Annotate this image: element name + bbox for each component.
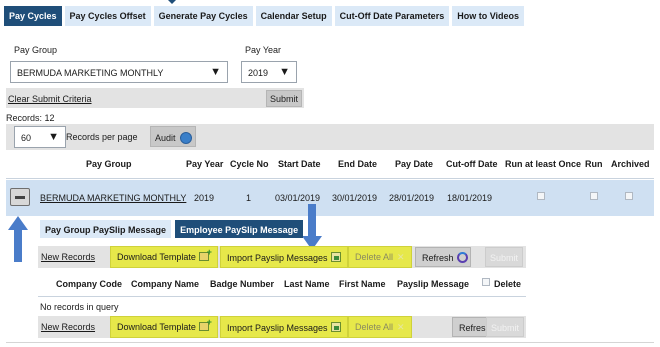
cell-pay-group[interactable]: BERMUDA MARKETING MONTHLY: [40, 193, 186, 203]
col-pay-date[interactable]: Pay Date: [395, 159, 433, 169]
col-archived[interactable]: Archived: [611, 159, 650, 169]
pay-group-select[interactable]: BERMUDA MARKETING MONTHLY ▼: [10, 61, 228, 83]
tab-pay-cycles[interactable]: Pay Cycles: [4, 6, 62, 26]
download-template-button[interactable]: Download Template: [110, 316, 218, 338]
chevron-down-icon: ▼: [279, 66, 290, 78]
annotation-arrow-down-icon: [302, 204, 322, 250]
globe-icon: [180, 132, 193, 144]
pay-group-label: Pay Group: [14, 45, 58, 55]
download-template-label: Download Template: [117, 252, 196, 262]
col-company-code[interactable]: Company Code: [56, 279, 122, 289]
pay-year-select[interactable]: 2019 ▼: [241, 61, 297, 83]
cell-cutoff-date: 18/01/2019: [447, 193, 493, 203]
spreadsheet-icon: [330, 252, 341, 262]
clear-submit-criteria-link[interactable]: Clear Submit Criteria: [8, 94, 92, 104]
minus-icon: [15, 196, 25, 199]
tab-employee-payslip-message[interactable]: Employee PaySlip Message: [175, 220, 304, 238]
col-end-date[interactable]: End Date: [338, 159, 377, 169]
tab-pay-group-payslip-message[interactable]: Pay Group PaySlip Message: [40, 220, 172, 238]
records-per-page-label: Records per page: [66, 132, 138, 142]
tab-pointer-icon: [168, 0, 176, 4]
delete-all-button[interactable]: Delete All ✕: [348, 316, 412, 338]
import-payslip-messages-button[interactable]: Import Payslip Messages: [220, 246, 348, 268]
spreadsheet-icon: [330, 322, 341, 332]
delete-all-label: Delete All: [355, 322, 394, 332]
collapse-button[interactable]: [10, 188, 30, 206]
col-cutoff-date[interactable]: Cut-off Date: [446, 159, 498, 169]
col-badge-number[interactable]: Badge Number: [210, 279, 274, 289]
delete-all-label: Delete All: [355, 252, 394, 262]
run-checkbox: [590, 192, 598, 200]
bottom-divider: [6, 342, 654, 343]
col-run[interactable]: Run: [585, 159, 603, 169]
new-records-link[interactable]: New Records: [41, 322, 95, 332]
col-company-name[interactable]: Company Name: [131, 279, 199, 289]
tab-how-to-videos[interactable]: How to Videos: [452, 6, 525, 26]
delete-icon: ✕: [397, 252, 405, 262]
criteria-bar: Clear Submit Criteria Submit: [6, 88, 304, 108]
pay-cycles-table-header: Pay Group Pay Year Cycle No Start Date E…: [6, 150, 654, 178]
import-payslip-messages-label: Import Payslip Messages: [227, 323, 328, 333]
import-payslip-messages-label: Import Payslip Messages: [227, 253, 328, 263]
tab-calendar-setup[interactable]: Calendar Setup: [255, 6, 332, 26]
col-payslip-message[interactable]: Payslip Message: [397, 279, 469, 289]
submit-messages-button-bottom[interactable]: Submit: [486, 317, 524, 337]
download-template-button[interactable]: Download Template: [110, 246, 218, 268]
records-count: Records: 12: [6, 113, 55, 123]
delete-icon: ✕: [397, 322, 405, 332]
message-subtab-bar: Pay Group PaySlip Message Employee PaySl…: [40, 220, 304, 238]
pay-year-value: 2019: [248, 68, 269, 78]
tab-pay-cycles-offset[interactable]: Pay Cycles Offset: [64, 6, 151, 26]
new-records-link[interactable]: New Records: [41, 252, 95, 262]
col-start-date[interactable]: Start Date: [278, 159, 321, 169]
archived-checkbox: [625, 192, 633, 200]
chevron-down-icon: ▼: [48, 131, 59, 143]
messages-header-divider: [38, 296, 526, 297]
refresh-label: Refresh: [422, 253, 454, 263]
folder-add-icon: [198, 317, 212, 331]
col-last-name[interactable]: Last Name: [284, 279, 330, 289]
submit-messages-button[interactable]: Submit: [485, 247, 523, 267]
empty-records-text: No records in query: [40, 302, 119, 312]
refresh-button[interactable]: Refresh: [415, 247, 471, 267]
message-action-bar-bottom: New Records Download Template Import Pay…: [38, 316, 526, 338]
audit-label: Audit: [155, 133, 176, 143]
delete-all-checkbox[interactable]: [482, 278, 490, 286]
records-per-page-bar: 60 ▼ Records per page Audit: [6, 124, 654, 150]
chevron-down-icon: ▼: [210, 66, 221, 78]
submit-criteria-button[interactable]: Submit: [266, 90, 302, 107]
col-run-at-least-once[interactable]: Run at least Once: [505, 159, 581, 169]
delete-all-button[interactable]: Delete All ✕: [348, 246, 412, 268]
cell-cycle-no: 1: [246, 193, 252, 203]
folder-add-icon: [198, 247, 212, 261]
tab-generate-pay-cycles[interactable]: Generate Pay Cycles: [153, 6, 253, 26]
pay-group-value: BERMUDA MARKETING MONTHLY: [17, 68, 164, 78]
download-template-label: Download Template: [117, 322, 196, 332]
annotation-arrow-up-icon: [8, 216, 28, 262]
tab-cutoff-date-parameters[interactable]: Cut-Off Date Parameters: [334, 6, 450, 26]
audit-button[interactable]: Audit: [150, 126, 196, 147]
col-delete[interactable]: Delete: [494, 279, 521, 289]
table-row[interactable]: BERMUDA MARKETING MONTHLY 2019 1 03/01/2…: [6, 180, 654, 216]
col-first-name[interactable]: First Name: [339, 279, 386, 289]
col-pay-year[interactable]: Pay Year: [186, 159, 223, 169]
top-tab-bar: Pay Cycles Pay Cycles Offset Generate Pa…: [4, 6, 525, 26]
messages-table-header: Company Code Company Name Badge Number L…: [38, 272, 526, 296]
col-pay-group[interactable]: Pay Group: [86, 159, 132, 169]
cell-pay-year: 2019: [194, 193, 215, 203]
cell-start-date: 03/01/2019: [275, 193, 321, 203]
refresh-icon: [456, 252, 468, 263]
import-payslip-messages-button[interactable]: Import Payslip Messages: [220, 316, 348, 338]
records-per-page-value: 60: [21, 133, 32, 143]
col-cycle-no[interactable]: Cycle No: [230, 159, 269, 169]
header-divider: [6, 178, 654, 179]
records-per-page-select[interactable]: 60 ▼: [14, 126, 66, 148]
run-at-least-once-checkbox: [537, 192, 545, 200]
message-action-bar-top: New Records Download Template Import Pay…: [38, 246, 526, 268]
cell-pay-date: 28/01/2019: [389, 193, 435, 203]
cell-end-date: 30/01/2019: [332, 193, 378, 203]
pay-year-label: Pay Year: [245, 45, 282, 55]
